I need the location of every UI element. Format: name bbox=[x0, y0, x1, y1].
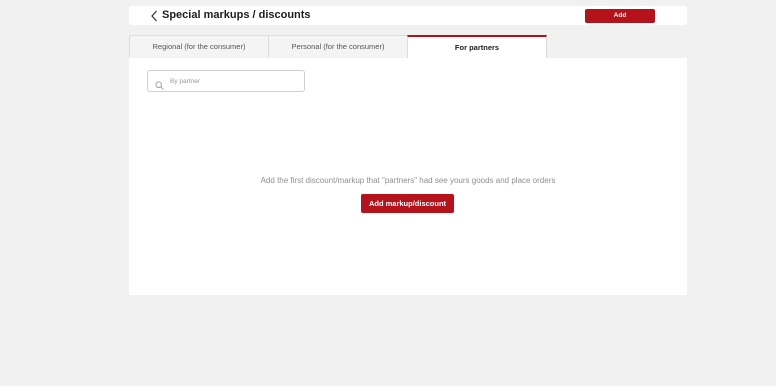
page-header: Special markups / discounts Add bbox=[129, 6, 687, 25]
tab-bar: Regional (for the consumer) Personal (fo… bbox=[129, 35, 687, 59]
search-icon bbox=[155, 77, 164, 90]
add-markup-discount-button[interactable]: Add markup/discount bbox=[361, 194, 454, 213]
tab-for-partners[interactable]: For partners bbox=[407, 35, 547, 59]
tab-personal[interactable]: Personal (for the consumer) bbox=[268, 35, 408, 57]
search-input[interactable] bbox=[170, 74, 298, 88]
empty-state-message: Add the first discount/markup that "part… bbox=[260, 176, 556, 185]
content-panel: Add the first discount/markup that "part… bbox=[129, 58, 687, 295]
page-title: Special markups / discounts bbox=[162, 9, 311, 21]
add-button[interactable]: Add bbox=[585, 9, 655, 23]
tab-regional[interactable]: Regional (for the consumer) bbox=[129, 35, 269, 57]
chevron-left-icon[interactable] bbox=[150, 9, 160, 22]
partner-search-field[interactable] bbox=[147, 70, 305, 92]
